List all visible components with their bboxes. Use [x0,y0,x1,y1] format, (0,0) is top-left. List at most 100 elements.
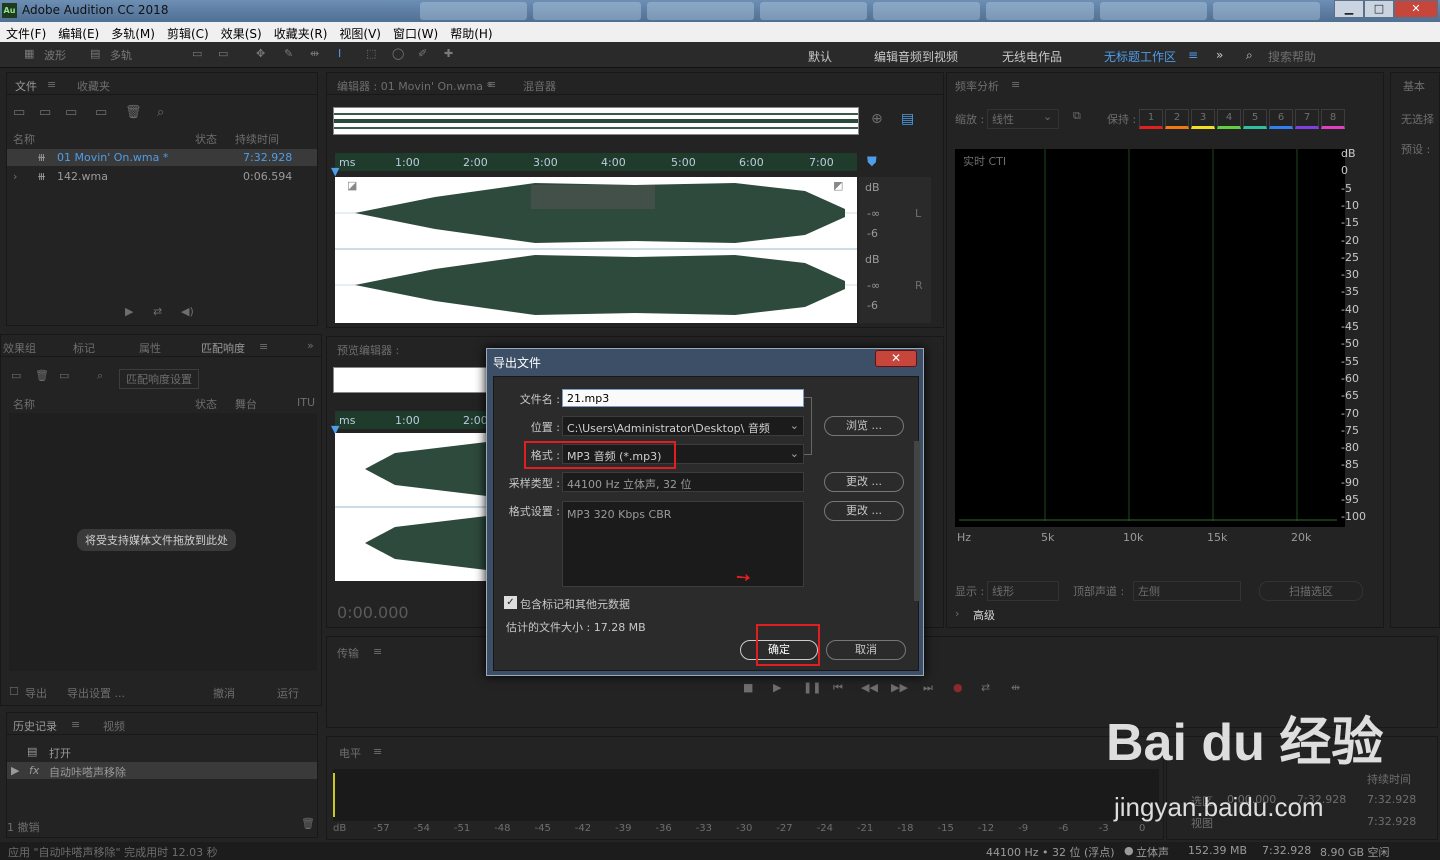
list-item[interactable]: ▤ 打开 [7,743,317,760]
record-icon[interactable]: ● [953,681,963,694]
chevron-down-icon[interactable]: ⌄ [1043,110,1052,123]
lasso-tool-icon[interactable]: ◯ [392,47,404,60]
fade-out-handle-icon[interactable]: ◩ [833,179,843,192]
tab-properties[interactable]: 属性 [139,340,161,356]
brush-tool-icon[interactable]: ✐ [418,47,427,60]
files-menu-icon[interactable]: ≡ [47,78,56,91]
folder-icon[interactable]: ▭ [11,369,21,382]
go-to-end-icon[interactable]: ⏭ [923,681,933,695]
waveform-display[interactable]: ◪ ◩ [335,177,857,323]
filename-input[interactable]: 21.mp3 [562,389,804,407]
table-row[interactable]: › ⧻ 142.wma 0:06.594 [7,168,317,185]
autoplay-icon[interactable]: ◀) [181,305,194,318]
undo-button[interactable]: 撤消 [213,685,235,701]
column-stage[interactable]: 舞台 [235,396,257,412]
display-toggle-icon[interactable]: ▤ [901,111,914,127]
time-selection-tool-icon[interactable]: I [338,47,341,60]
tab-match-loudness[interactable]: 匹配响度 [201,340,245,356]
match-loudness-settings-button[interactable]: 匹配响度设置 [119,369,199,389]
dialog-close-button[interactable]: ✕ [875,350,917,367]
advanced-chevron-icon[interactable]: › [955,607,959,620]
channel-left-toggle[interactable]: L [915,207,921,220]
tab-preview-editor[interactable]: 预览编辑器 : [337,342,399,358]
run-button[interactable]: 运行 [277,685,299,701]
dialog-scrollbar[interactable] [914,441,920,601]
rewind-icon[interactable]: ◀◀ [861,681,878,694]
move-tool-icon[interactable]: ✥ [256,47,265,60]
stop-icon[interactable]: ■ [743,681,753,694]
preview-waveform[interactable] [335,433,495,581]
tab-mixer[interactable]: 混音器 [523,78,556,94]
search-icon[interactable]: ⌕ [97,369,103,383]
overview-waveform[interactable] [333,107,859,135]
tab-effects-rack[interactable]: 效果组 [3,340,36,356]
column-status[interactable]: 状态 [195,396,217,412]
browse-button[interactable]: 浏览 ... [824,416,904,436]
tab-video[interactable]: 视频 [103,718,125,734]
display-select[interactable]: 线形 [987,581,1059,601]
open-file-icon[interactable]: ▭ [13,105,25,120]
multitrack-mode-icon[interactable]: ▤ [90,47,100,60]
export-checkbox[interactable]: ☐ [9,685,19,698]
trash-icon[interactable]: 🗑 [35,369,49,382]
column-status[interactable]: 状态 [195,131,217,147]
hold-button-5[interactable]: 5 [1243,109,1267,129]
multitrack-mode-button[interactable]: 多轨 [110,47,132,63]
preview-overview[interactable] [333,367,493,393]
marquee-tool-icon[interactable]: ⬚ [366,47,376,60]
top-channel-select[interactable]: 左侧 [1133,581,1241,601]
fade-in-handle-icon[interactable]: ◪ [347,179,357,192]
spectral-display-icon[interactable]: ▭ [192,47,202,60]
workspace-overflow-icon[interactable]: » [1216,48,1223,62]
maximize-button[interactable]: □ [1364,0,1394,18]
cancel-button[interactable]: 取消 [826,640,906,660]
insert-icon[interactable]: ▭ [95,105,107,120]
hold-button-6[interactable]: 6 [1269,109,1293,129]
tab-history[interactable]: 历史记录 [13,718,57,734]
delete-icon[interactable]: 🗑 [125,105,142,120]
frequency-analysis-title[interactable]: 频率分析 [955,78,999,94]
tab-favorites[interactable]: 收藏夹 [77,78,110,94]
editor-menu-icon[interactable]: ≡ [487,78,496,91]
zoom-icon[interactable]: ⊕ [871,111,883,127]
list-item[interactable]: ▶ fx 自动咔嗒声移除 [7,762,317,779]
loop-playback-icon[interactable]: ⇄ [981,681,990,694]
hold-button-7[interactable]: 7 [1295,109,1319,129]
loop-icon[interactable]: ⇄ [153,305,162,318]
pause-icon[interactable]: ❚❚ [803,681,821,694]
advanced-section[interactable]: 高级 [973,607,995,623]
slip-tool-icon[interactable]: ⇹ [310,47,319,60]
workspace-edit-audio-to-video[interactable]: 编辑音频到视频 [874,48,958,65]
timeline-ruler[interactable]: ms 1:00 2:00 3:00 4:00 5:00 6:00 7:00 [335,153,857,171]
channel-right-toggle[interactable]: R [915,279,923,292]
hold-button-1[interactable]: 1 [1139,109,1163,129]
skip-selection-icon[interactable]: ⇹ [1011,681,1020,694]
scan-selection-button[interactable]: 扫描选区 [1259,581,1363,601]
hold-button-8[interactable]: 8 [1321,109,1345,129]
workspace-default[interactable]: 默认 [808,48,832,65]
column-duration[interactable]: 持续时间 [235,131,279,147]
workspace-radio-production[interactable]: 无线电作品 [1002,48,1062,65]
search-help-input[interactable]: 搜索帮助 [1268,48,1316,65]
tab-markers[interactable]: 标记 [73,340,95,356]
column-itu[interactable]: ITU [297,396,315,409]
workspace-untitled[interactable]: 无标题工作区 [1104,48,1176,65]
location-select[interactable]: C:\Users\Administrator\Desktop\ 音频 ⌄ [562,416,804,436]
waveform-mode-icon[interactable]: ▦ [24,47,34,60]
drop-area[interactable]: 将受支持媒体文件拖放到此处 [9,413,317,671]
preview-ruler[interactable]: ms 1:00 2:00 [335,411,495,429]
frequency-menu-icon[interactable]: ≡ [1011,78,1020,91]
hold-snapshot-icon[interactable]: ⧉ [1073,109,1081,123]
tab-files[interactable]: 文件 [15,78,37,94]
play-icon[interactable]: ▶ [125,305,133,318]
change-sample-type-button[interactable]: 更改 ... [824,472,904,492]
close-button[interactable]: ✕ [1394,0,1438,18]
column-name[interactable]: 名称 [13,131,35,147]
search-files-icon[interactable]: ⌕ [157,105,164,120]
hold-button-3[interactable]: 3 [1191,109,1215,129]
waveform-mode-button[interactable]: 波形 [44,47,66,63]
workspace-menu-icon[interactable]: ≡ [1188,48,1198,62]
transport-menu-icon[interactable]: ≡ [373,645,382,658]
snap-icon[interactable]: ⛊ [867,155,877,170]
export-settings-button[interactable]: 导出设置 ... [67,685,125,701]
